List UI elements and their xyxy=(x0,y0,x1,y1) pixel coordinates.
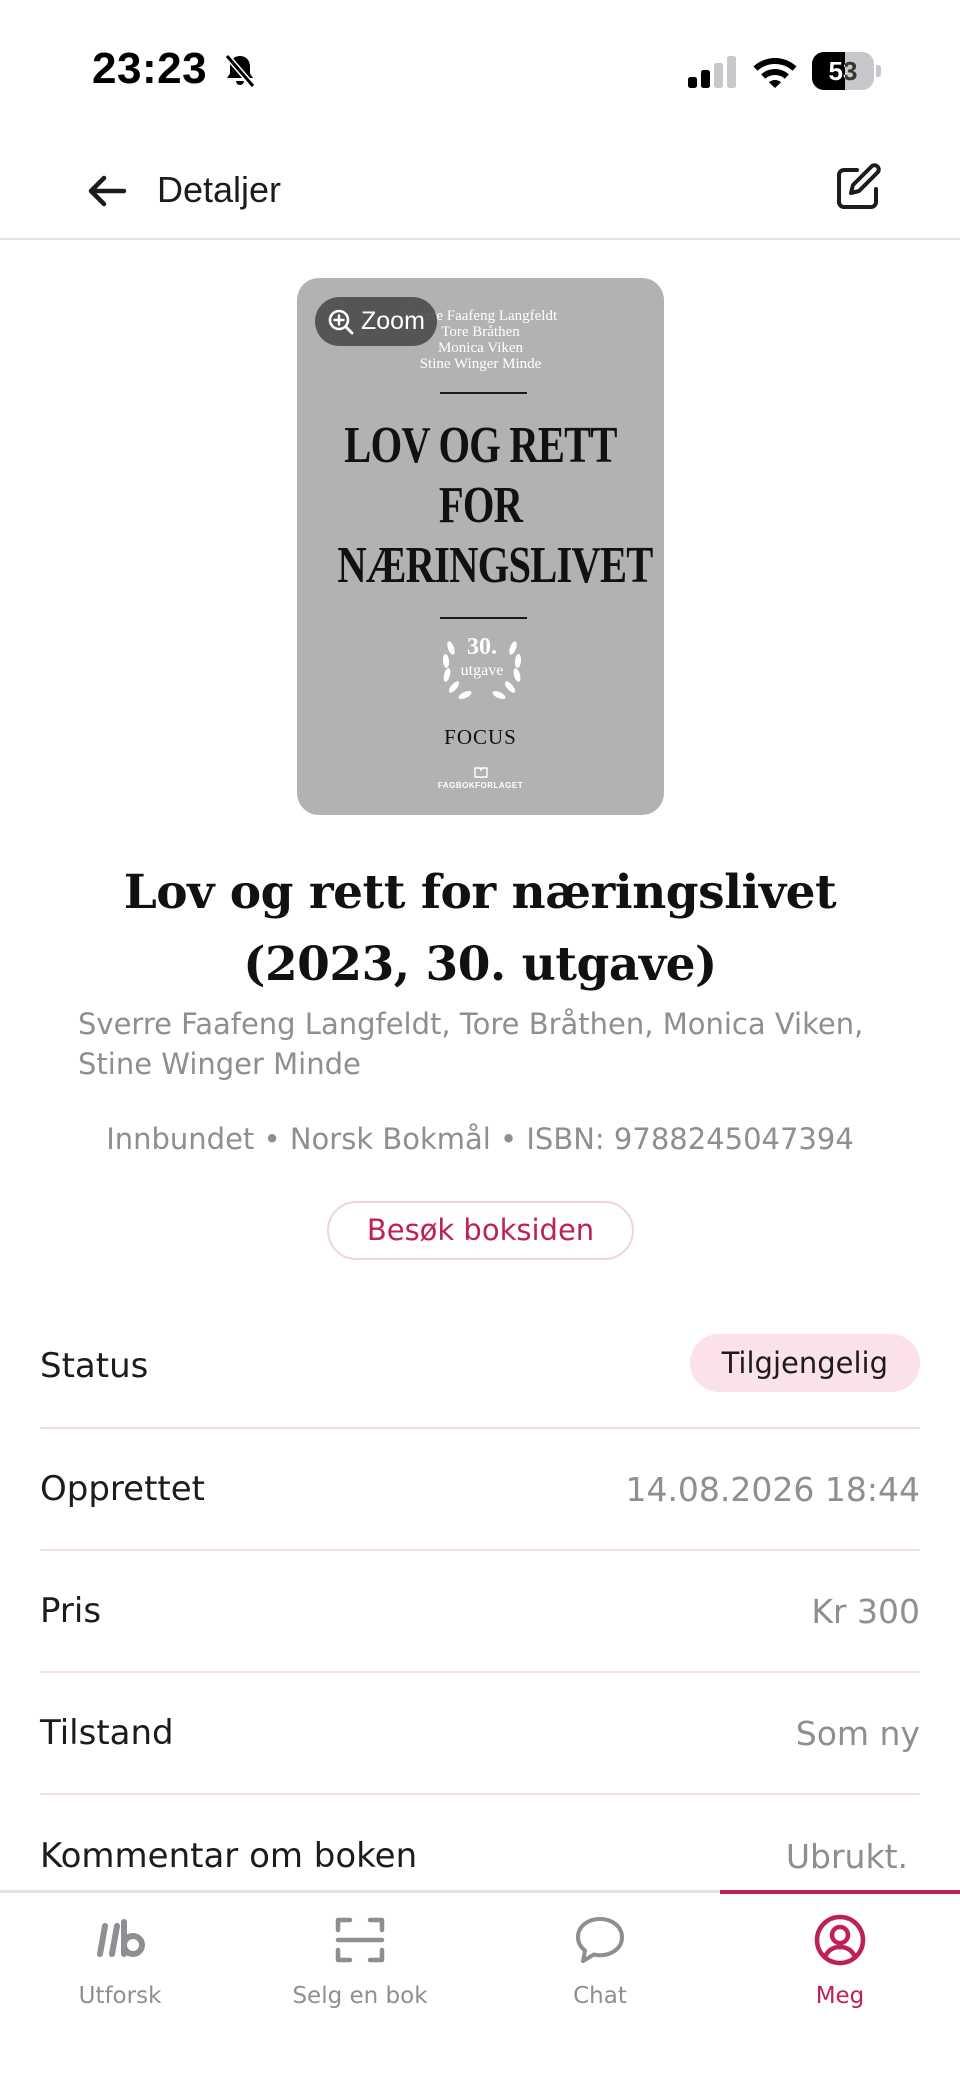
condition-value: Som ny xyxy=(795,1713,920,1753)
signal-icon xyxy=(688,56,736,88)
status-label: Status xyxy=(40,1346,149,1386)
price-row: Pris Kr 300 xyxy=(40,1551,920,1673)
bell-muted-icon xyxy=(224,54,256,88)
book-authors: Sverre Faafeng Langfeldt, Tore Bråthen, … xyxy=(78,1007,864,1081)
battery-level: 53 xyxy=(828,56,858,86)
wifi-icon xyxy=(753,58,797,88)
price-label: Pris xyxy=(40,1591,102,1631)
created-label: Opprettet xyxy=(40,1469,205,1509)
publisher-logo-icon xyxy=(474,767,488,778)
condition-label: Tilstand xyxy=(40,1713,174,1753)
zoom-in-icon xyxy=(328,309,354,334)
status-time: 23:23 xyxy=(92,44,208,93)
user-circle-icon xyxy=(814,1914,866,1966)
edit-icon[interactable] xyxy=(830,160,886,216)
battery-icon: 53 xyxy=(812,52,882,90)
cover-series: FOCUS xyxy=(444,725,517,749)
cover-publisher: FAGBOKFORLAGET xyxy=(437,781,524,790)
tab-meg[interactable]: Meg xyxy=(720,1890,960,2081)
laurel-edition-badge: 30. utgave xyxy=(437,626,527,706)
scan-icon xyxy=(335,1917,385,1963)
listing-details: Status Tilgjengelig Opprettet 14.08.2026… xyxy=(40,1305,920,1917)
page-title: Detaljer xyxy=(157,169,282,210)
book-title: Lov og rett for næringslivet (2023, 30. … xyxy=(123,865,837,992)
cover-divider xyxy=(440,392,527,394)
zoom-label: Zoom xyxy=(361,307,425,335)
zoom-button[interactable]: Zoom xyxy=(315,297,437,346)
chat-bubble-icon xyxy=(576,1917,624,1963)
book-cover-image[interactable]: Sverre Faafeng Langfeldt Tore Bråthen Mo… xyxy=(297,278,664,815)
created-row: Opprettet 14.08.2026 18:44 xyxy=(40,1429,920,1551)
status-row: Status Tilgjengelig xyxy=(40,1305,920,1429)
created-value: 14.08.2026 18:44 xyxy=(625,1469,920,1509)
book-format-line: Innbundet • Norsk Bokmål • ISBN: 9788245… xyxy=(106,1122,854,1156)
condition-row: Tilstand Som ny xyxy=(40,1673,920,1795)
tab-chat[interactable]: Chat xyxy=(480,1893,720,2081)
cover-title: LOV OG RETT FOR NÆRINGSLIVET xyxy=(337,417,653,594)
top-navigation-bar: Detaljer xyxy=(0,140,960,240)
status-bar: 23:23 53 xyxy=(0,0,960,140)
cover-divider xyxy=(440,617,527,619)
price-value: Kr 300 xyxy=(811,1591,920,1631)
tab-selg-en-bok[interactable]: Selg en bok xyxy=(240,1893,480,2081)
status-badge: Tilgjengelig xyxy=(689,1334,920,1392)
bottom-tab-bar: Utforsk Selg en bok Chat Meg xyxy=(0,1890,960,2081)
visit-book-page-button[interactable]: Besøk boksiden xyxy=(327,1201,634,1260)
tab-utforsk[interactable]: Utforsk xyxy=(0,1893,240,2081)
logo-ib-icon xyxy=(97,1919,145,1957)
back-arrow-icon[interactable] xyxy=(80,164,134,218)
